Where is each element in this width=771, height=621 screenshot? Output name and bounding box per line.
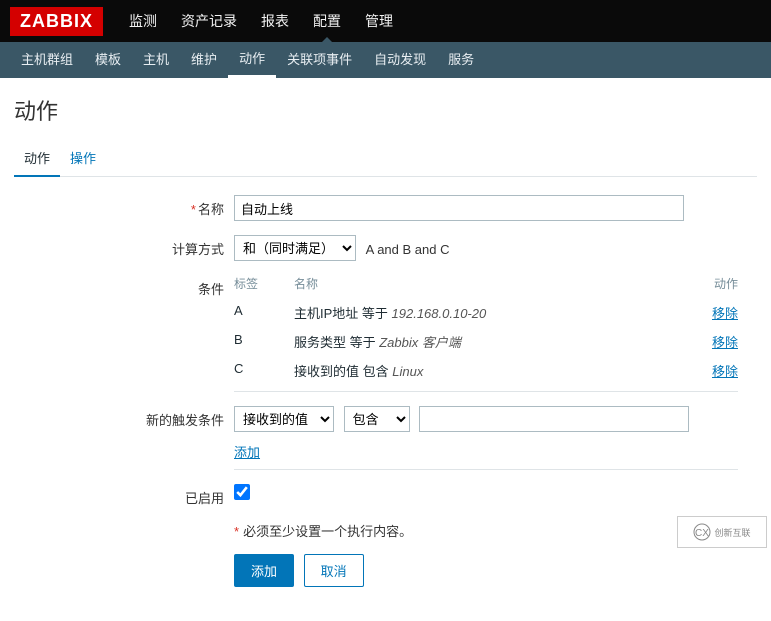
remove-link[interactable]: 移除 — [712, 335, 738, 350]
submit-button[interactable]: 添加 — [234, 554, 294, 587]
sub-navigation: 主机群组 模板 主机 维护 动作 关联项事件 自动发现 服务 — [0, 42, 771, 78]
condition-row: B 服务类型 等于 Zabbix 客户端 移除 — [234, 327, 738, 356]
new-trigger-op-select[interactable]: 包含 — [344, 406, 410, 432]
new-trigger-value-input[interactable] — [419, 406, 689, 432]
tab-action[interactable]: 动作 — [14, 140, 60, 177]
condition-name: 服务类型 等于 Zabbix 客户端 — [294, 332, 698, 351]
page-title: 动作 — [0, 78, 771, 140]
condition-row: A 主机IP地址 等于 192.168.0.10-20 移除 — [234, 298, 738, 327]
svg-text:CX: CX — [696, 528, 710, 539]
cond-header-action: 动作 — [698, 275, 738, 292]
tabs: 动作 操作 — [14, 140, 757, 177]
condition-name: 接收到的值 包含 Linux — [294, 361, 698, 380]
top-navigation: ZABBIX 监测 资产记录 报表 配置 管理 — [0, 0, 771, 42]
enabled-label: 已启用 — [14, 484, 234, 507]
conditions-table: 标签 名称 动作 A 主机IP地址 等于 192.168.0.10-20 移除 … — [234, 275, 738, 385]
topnav-monitor[interactable]: 监测 — [117, 0, 169, 42]
new-trigger-label: 新的触发条件 — [14, 406, 234, 429]
subnav-hostgroups[interactable]: 主机群组 — [10, 42, 84, 78]
subnav-actions[interactable]: 动作 — [228, 42, 276, 78]
conditions-label: 条件 — [14, 275, 234, 298]
name-input[interactable] — [234, 195, 684, 221]
cond-header-label: 标签 — [234, 275, 294, 292]
remove-link[interactable]: 移除 — [712, 306, 738, 321]
calc-label: 计算方式 — [14, 235, 234, 258]
subnav-templates[interactable]: 模板 — [84, 42, 132, 78]
subnav-services[interactable]: 服务 — [437, 42, 485, 78]
condition-label: B — [234, 332, 294, 351]
watermark: CX 创新互联 — [677, 516, 767, 548]
condition-name: 主机IP地址 等于 192.168.0.10-20 — [294, 303, 698, 322]
topnav-inventory[interactable]: 资产记录 — [169, 0, 249, 42]
add-condition-link[interactable]: 添加 — [234, 442, 260, 461]
name-label: *名称 — [14, 195, 234, 218]
condition-row: C 接收到的值 包含 Linux 移除 — [234, 356, 738, 385]
topnav-reports[interactable]: 报表 — [249, 0, 301, 42]
topnav-config[interactable]: 配置 — [301, 0, 353, 42]
cond-header-name: 名称 — [294, 275, 698, 292]
condition-label: A — [234, 303, 294, 322]
subnav-maintenance[interactable]: 维护 — [180, 42, 228, 78]
new-trigger-type-select[interactable]: 接收到的值 — [234, 406, 334, 432]
condition-label: C — [234, 361, 294, 380]
watermark-icon: CX — [693, 523, 711, 541]
subnav-hosts[interactable]: 主机 — [132, 42, 180, 78]
cancel-button[interactable]: 取消 — [304, 554, 364, 587]
calc-expression: A and B and C — [366, 242, 450, 257]
action-form: *名称 计算方式 和（同时满足） A and B and C 条件 标签 名称 … — [0, 177, 771, 621]
calc-select[interactable]: 和（同时满足） — [234, 235, 356, 261]
enabled-checkbox[interactable] — [234, 484, 250, 500]
subnav-correlation[interactable]: 关联项事件 — [276, 42, 363, 78]
subnav-discovery[interactable]: 自动发现 — [363, 42, 437, 78]
topnav-admin[interactable]: 管理 — [353, 0, 405, 42]
logo: ZABBIX — [10, 7, 103, 36]
tab-operations[interactable]: 操作 — [60, 140, 106, 176]
remove-link[interactable]: 移除 — [712, 364, 738, 379]
